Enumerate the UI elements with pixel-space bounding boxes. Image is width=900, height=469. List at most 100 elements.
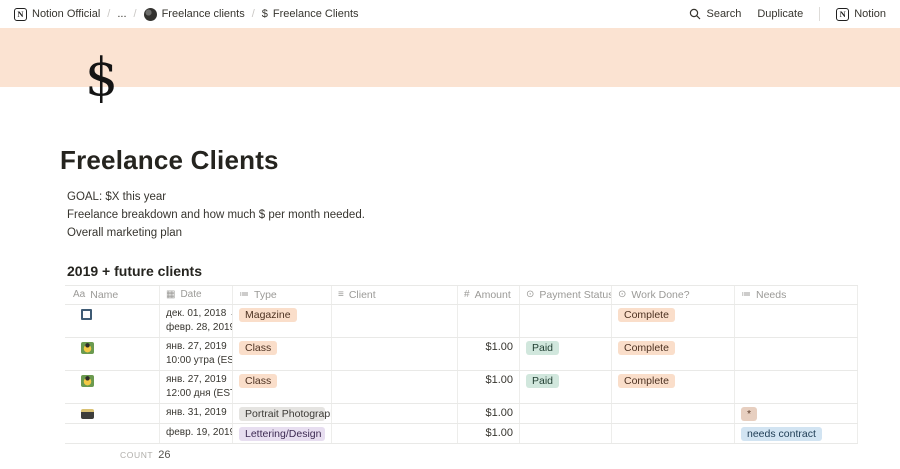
payment-tag: Paid — [526, 341, 559, 355]
client-cell[interactable] — [332, 371, 458, 403]
duplicate-button[interactable]: Duplicate — [757, 8, 803, 20]
notion-page: N Notion Official / ... / Freelance clie… — [0, 0, 900, 469]
client-cell[interactable] — [332, 424, 458, 443]
table-row: янв. 31, 2019 Portrait Photography $1.00… — [65, 404, 858, 424]
work-done-cell[interactable]: Complete — [612, 371, 735, 403]
work-done-tag: Complete — [618, 341, 675, 355]
type-cell[interactable]: Magazine — [233, 305, 332, 337]
work-done-cell[interactable]: Complete — [612, 305, 735, 337]
amount-cell[interactable]: $1.00 — [458, 338, 520, 370]
notion-brand-label: Notion — [854, 8, 886, 20]
work-done-tag: Complete — [618, 374, 675, 388]
payment-tag: Paid — [526, 374, 559, 388]
teacher-icon — [81, 375, 94, 387]
breadcrumb-current-label: Freelance Clients — [273, 8, 359, 20]
amount-cell[interactable]: $1.00 — [458, 371, 520, 403]
breadcrumb: N Notion Official / ... / Freelance clie… — [14, 8, 359, 21]
topbar-divider — [819, 7, 820, 21]
breadcrumb-separator: / — [252, 8, 255, 20]
needs-cell[interactable]: needs contract — [735, 424, 858, 443]
search-label: Search — [706, 8, 741, 20]
search-icon — [689, 8, 701, 20]
work-done-cell[interactable]: Complete — [612, 338, 735, 370]
number-property-icon: # — [464, 288, 470, 302]
parent-page-icon — [144, 8, 157, 21]
type-cell[interactable]: Class — [233, 338, 332, 370]
name-cell[interactable] — [65, 305, 160, 337]
work-done-cell[interactable] — [612, 424, 735, 443]
amount-cell[interactable] — [458, 305, 520, 337]
amount-cell[interactable]: $1.00 — [458, 404, 520, 423]
payment-status-cell[interactable] — [520, 424, 612, 443]
needs-tag: needs contract — [741, 427, 822, 441]
multiselect-icon: ≔ — [741, 288, 751, 302]
breadcrumb-collapsed[interactable]: ... — [117, 8, 126, 20]
name-cell[interactable] — [65, 424, 160, 443]
type-cell[interactable]: Portrait Photography — [233, 404, 332, 423]
date-cell[interactable]: янв. 27, 201910:00 утра (EST) — [160, 338, 233, 370]
notion-logo-icon: N — [836, 8, 849, 21]
column-header-name[interactable]: Aa Name — [65, 286, 160, 304]
breadcrumb-parent[interactable]: Freelance clients — [144, 8, 245, 21]
payment-status-cell[interactable] — [520, 404, 612, 423]
table-row: дек. 01, 2018 →февр. 28, 2019 Magazine C… — [65, 305, 858, 338]
column-header-work-done[interactable]: ⊙ Work Done? — [612, 286, 735, 304]
page-title[interactable]: Freelance Clients — [60, 144, 860, 176]
calendar-icon: ▦ — [166, 288, 175, 302]
paragraph-marketing[interactable]: Overall marketing plan — [67, 224, 860, 242]
column-header-payment-status[interactable]: ⊙ Payment Status — [520, 286, 612, 304]
payment-status-cell[interactable]: Paid — [520, 338, 612, 370]
title-property-icon: Aa — [73, 288, 85, 302]
search-button[interactable]: Search — [689, 8, 741, 20]
database-title[interactable]: 2019 + future clients — [67, 262, 860, 280]
date-cell[interactable]: янв. 31, 2019 — [160, 404, 233, 423]
payment-status-cell[interactable] — [520, 305, 612, 337]
count-row[interactable]: COUNT 26 — [120, 449, 858, 461]
work-done-cell[interactable] — [612, 404, 735, 423]
paragraph-breakdown[interactable]: Freelance breakdown and how much $ per m… — [67, 206, 860, 224]
page-cover[interactable] — [0, 28, 900, 87]
breadcrumb-separator: / — [107, 8, 110, 20]
breadcrumb-workspace-label: Notion Official — [32, 8, 100, 20]
client-cell[interactable] — [332, 305, 458, 337]
column-header-date[interactable]: ▦ Date — [160, 286, 233, 304]
name-cell[interactable] — [65, 404, 160, 423]
needs-cell[interactable] — [735, 305, 858, 337]
breadcrumb-current[interactable]: $ Freelance Clients — [262, 8, 359, 20]
needs-cell[interactable] — [735, 371, 858, 403]
type-tag: Class — [239, 341, 277, 355]
breadcrumb-workspace[interactable]: N Notion Official — [14, 8, 100, 21]
amount-cell[interactable]: $1.00 — [458, 424, 520, 443]
name-cell[interactable] — [65, 338, 160, 370]
payment-status-cell[interactable]: Paid — [520, 371, 612, 403]
camera-icon — [81, 409, 94, 419]
column-header-needs[interactable]: ≔ Needs — [735, 286, 858, 304]
type-tag: Lettering/Design — [239, 427, 325, 441]
date-cell[interactable]: февр. 19, 2019 — [160, 424, 233, 443]
needs-cell[interactable]: * — [735, 404, 858, 423]
date-cell[interactable]: дек. 01, 2018 →февр. 28, 2019 — [160, 305, 233, 337]
notion-logo-icon: N — [14, 8, 27, 21]
table-row: февр. 19, 2019 Lettering/Design $1.00 ne… — [65, 424, 858, 444]
needs-cell[interactable] — [735, 338, 858, 370]
type-cell[interactable]: Class — [233, 371, 332, 403]
top-bar: N Notion Official / ... / Freelance clie… — [0, 0, 900, 28]
text-property-icon: ≡ — [338, 288, 344, 302]
date-cell[interactable]: янв. 27, 201912:00 дня (EST) — [160, 371, 233, 403]
column-header-type[interactable]: ≔ Type — [233, 286, 332, 304]
client-cell[interactable] — [332, 404, 458, 423]
breadcrumb-separator: / — [134, 8, 137, 20]
type-tag: Magazine — [239, 308, 297, 322]
needs-tag: * — [741, 407, 757, 421]
notion-brand-link[interactable]: N Notion — [836, 8, 886, 21]
work-done-tag: Complete — [618, 308, 675, 322]
select-property-icon: ⊙ — [618, 288, 626, 302]
client-cell[interactable] — [332, 338, 458, 370]
page-dollar-icon[interactable]: $ — [85, 44, 118, 112]
paragraph-goal[interactable]: GOAL: $X this year — [67, 188, 860, 206]
column-header-amount[interactable]: # Amount — [458, 286, 520, 304]
name-cell[interactable] — [65, 371, 160, 403]
type-cell[interactable]: Lettering/Design — [233, 424, 332, 443]
frame-icon — [81, 309, 92, 320]
column-header-client[interactable]: ≡ Client — [332, 286, 458, 304]
